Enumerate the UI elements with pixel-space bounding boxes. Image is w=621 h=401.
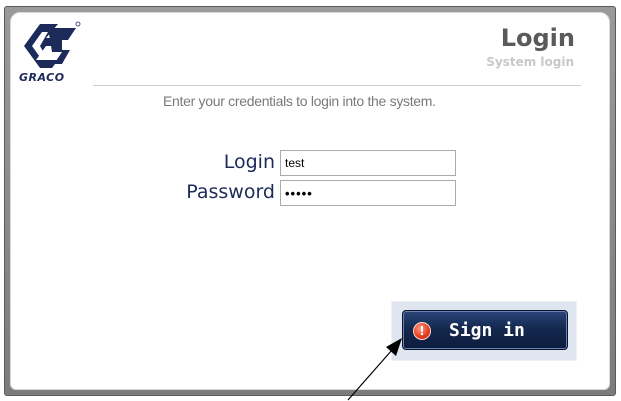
password-label: Password bbox=[186, 181, 275, 203]
page-title: Login bbox=[500, 24, 575, 52]
signin-button-label: Sign in bbox=[449, 320, 525, 341]
exclamation-icon: ! bbox=[413, 322, 431, 340]
signin-button[interactable]: ! Sign in bbox=[402, 310, 568, 350]
password-input[interactable] bbox=[280, 180, 456, 206]
logo-wordmark: GRACO bbox=[19, 71, 65, 84]
login-label: Login bbox=[223, 151, 275, 173]
login-screen: GRACO Login System login Enter your cred… bbox=[0, 0, 621, 401]
header-divider bbox=[93, 85, 581, 86]
login-input[interactable] bbox=[280, 150, 456, 176]
instructions-text: Enter your credentials to login into the… bbox=[163, 93, 436, 109]
page-subtitle: System login bbox=[486, 55, 574, 69]
